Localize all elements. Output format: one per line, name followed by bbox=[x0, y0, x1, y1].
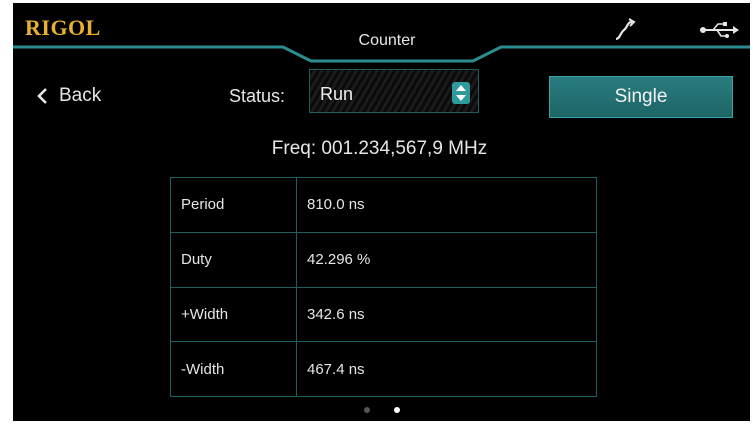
back-button[interactable]: Back bbox=[35, 85, 101, 107]
measurement-value: 42.296 % bbox=[296, 231, 597, 288]
chevron-left-icon bbox=[37, 88, 47, 104]
usb-icon bbox=[700, 22, 739, 38]
page-dot[interactable] bbox=[363, 407, 370, 413]
measurement-label: Period bbox=[170, 177, 297, 233]
measurement-table: Period 810.0 ns Duty 42.296 % +Width 342… bbox=[170, 177, 597, 397]
back-label: Back bbox=[59, 85, 102, 106]
measurement-value: 342.6 ns bbox=[296, 286, 597, 343]
status-select[interactable]: Run bbox=[309, 69, 479, 113]
page-indicator bbox=[13, 403, 750, 417]
measurement-value: 467.4 ns bbox=[296, 341, 597, 397]
table-row: -Width 467.4 ns bbox=[170, 341, 597, 397]
device-screen: RIGOL Counter Back Status: Run Single Fr… bbox=[13, 3, 750, 421]
brand-logo: RIGOL bbox=[25, 15, 101, 40]
measurement-label: -Width bbox=[170, 341, 297, 397]
measurement-label: Duty bbox=[170, 231, 297, 288]
table-row: Duty 42.296 % bbox=[170, 231, 597, 288]
signal-icon bbox=[615, 18, 636, 41]
page-dot[interactable] bbox=[393, 407, 400, 413]
table-row: Period 810.0 ns bbox=[170, 177, 597, 233]
up-down-spin-icon[interactable] bbox=[452, 82, 470, 104]
top-bar: RIGOL Counter bbox=[13, 3, 750, 67]
frequency-readout: Freq: 001.234,567,9 MHz bbox=[13, 138, 750, 160]
measurement-label: +Width bbox=[170, 286, 297, 343]
page-title: Counter bbox=[358, 32, 416, 49]
single-button[interactable]: Single bbox=[549, 76, 733, 118]
frequency-text: Freq: 001.234,567,9 MHz bbox=[271, 138, 488, 159]
status-value: Run bbox=[320, 84, 354, 104]
table-row: +Width 342.6 ns bbox=[170, 286, 597, 343]
status-label: Status: bbox=[229, 86, 286, 106]
measurement-value: 810.0 ns bbox=[296, 177, 597, 233]
